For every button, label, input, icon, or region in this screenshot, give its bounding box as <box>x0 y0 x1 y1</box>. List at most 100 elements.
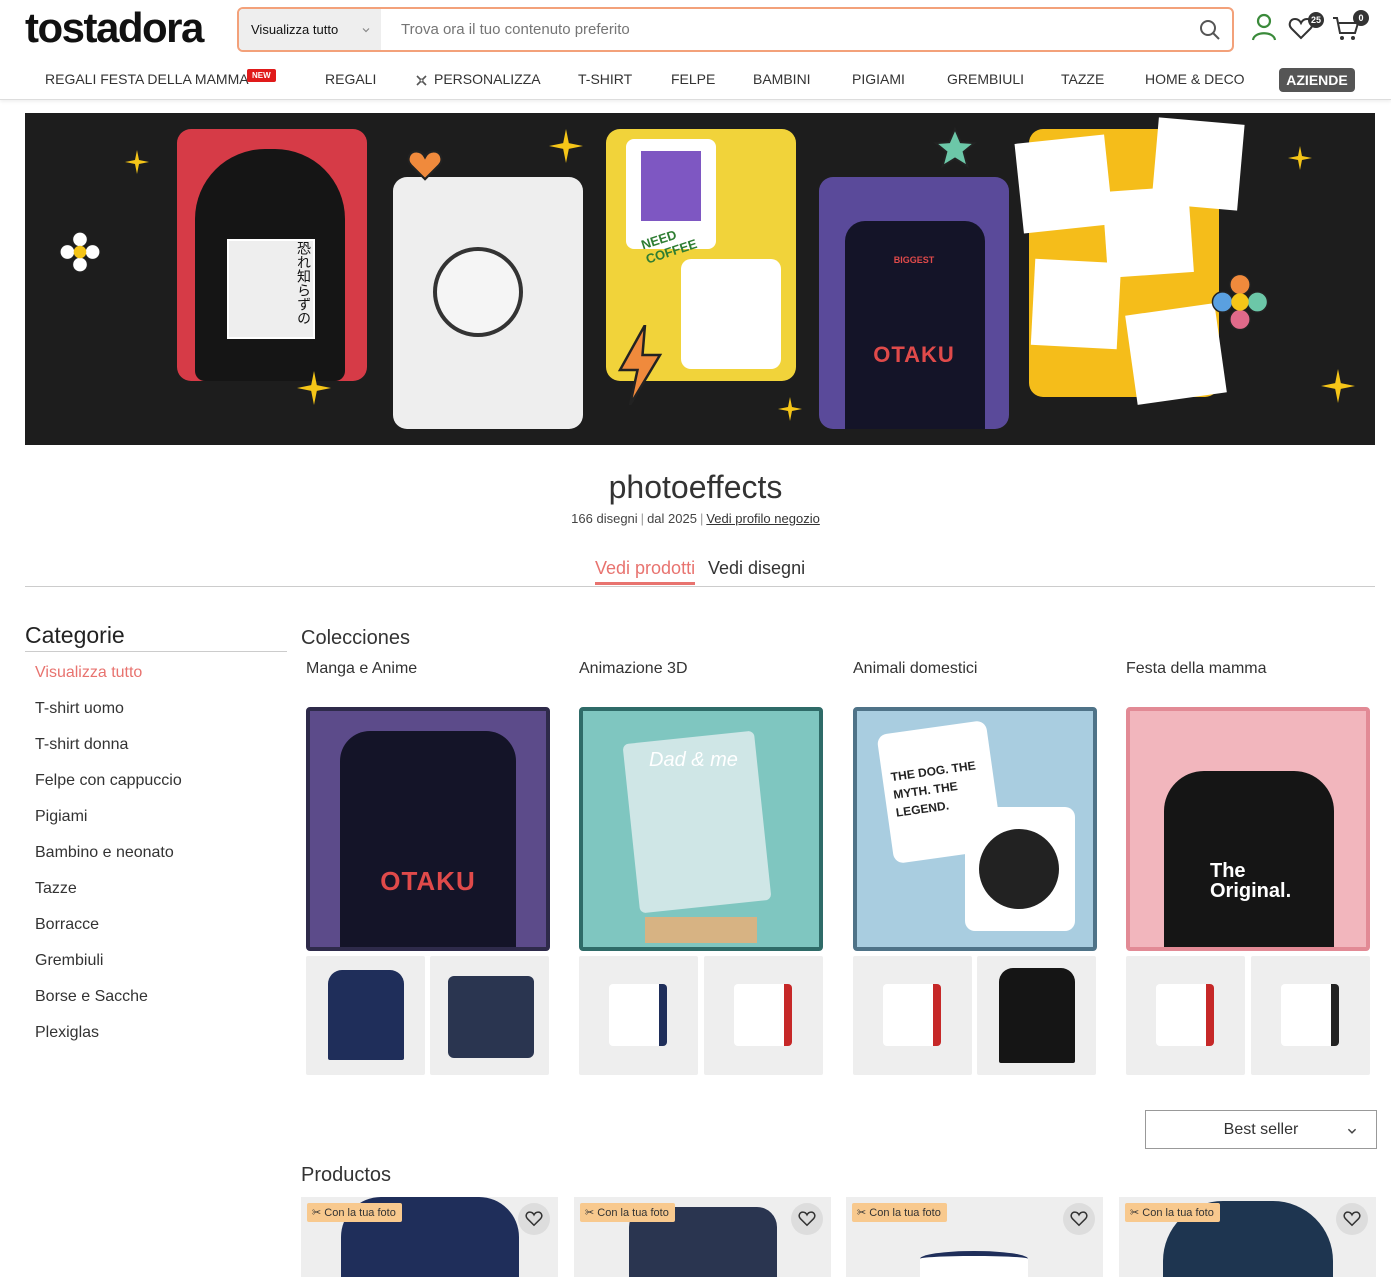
favorite-button[interactable] <box>518 1203 550 1235</box>
collection-thumb[interactable] <box>1126 956 1245 1075</box>
product-card[interactable]: ✂ Con la tua foto <box>1119 1197 1376 1277</box>
collection-image-pets[interactable]: THE DOG. THE MYTH. THE LEGEND. <box>853 707 1097 951</box>
collection-image-mom[interactable]: The Original. <box>1126 707 1370 951</box>
nav-item-festa-mamma[interactable]: REGALI FESTA DELLA MAMMA <box>45 71 249 87</box>
heart-icon <box>407 150 443 181</box>
nav-item-grembiuli[interactable]: GREMBIULI <box>947 71 1024 87</box>
collection-thumb[interactable] <box>430 956 549 1075</box>
collection-name[interactable]: Festa della mamma <box>1126 660 1267 678</box>
category-item[interactable]: Bambino e neonato <box>35 844 174 862</box>
customize-icon: ✂ <box>585 1207 598 1219</box>
customize-icon: ✂ <box>1130 1207 1143 1219</box>
shop-banner: 恐れ知らずの NEED COFFEE BIGGEST OTAKU <box>25 113 1375 445</box>
banner-card-hoodie: 恐れ知らずの <box>177 129 367 381</box>
chevron-down-icon <box>362 27 370 32</box>
collection-thumb[interactable] <box>1251 956 1370 1075</box>
collections-title: Colecciones <box>301 627 410 649</box>
banner-text-otaku: OTAKU <box>873 342 955 367</box>
wishlist-button[interactable]: 25 <box>1288 12 1325 42</box>
heart-icon <box>525 1211 543 1227</box>
product-photo-tag: ✂ Con la tua foto <box>580 1203 675 1222</box>
search-category-select[interactable]: Visualizza tutto <box>239 9 381 50</box>
search-button[interactable] <box>1188 9 1232 50</box>
category-item[interactable]: Grembiuli <box>35 952 103 970</box>
collection-thumb[interactable] <box>704 956 823 1075</box>
sparkle-icon <box>549 129 583 163</box>
sparkle-icon <box>297 371 331 405</box>
category-item[interactable]: Pigiami <box>35 808 87 826</box>
shop-name: photoeffects <box>608 469 783 505</box>
category-item[interactable]: Borracce <box>35 916 99 934</box>
business-button[interactable]: AZIENDE <box>1279 68 1355 92</box>
collection-image-manga[interactable]: OTAKU <box>306 707 550 951</box>
product-card[interactable]: ✂ Con la tua foto <box>846 1197 1103 1277</box>
user-icon <box>1251 13 1277 41</box>
nav-item-pigiami[interactable]: PIGIAMI <box>852 71 905 87</box>
product-card[interactable]: ✂ Con la tua foto <box>574 1197 831 1277</box>
category-item[interactable]: Borse e Sacche <box>35 988 148 1006</box>
product-card[interactable]: ✂ Con la tua foto <box>301 1197 558 1277</box>
sort-selected-label: Best seller <box>1223 1120 1299 1138</box>
favorite-button[interactable] <box>791 1203 823 1235</box>
collection-name[interactable]: Manga e Anime <box>306 660 417 678</box>
site-header: tostadora Visualizza tutto 25 0 REGALI F… <box>0 0 1391 100</box>
product-photo-tag: ✂ Con la tua foto <box>852 1203 947 1222</box>
category-item[interactable]: Plexiglas <box>35 1024 99 1042</box>
cart-count-badge: 0 <box>1353 10 1369 26</box>
favorite-button[interactable] <box>1063 1203 1095 1235</box>
shop-profile-link[interactable]: Vedi profilo negozio <box>706 511 819 526</box>
customize-icon: ✂ <box>312 1207 325 1219</box>
nav-item-tshirt[interactable]: T-SHIRT <box>578 71 632 87</box>
search-bar: Visualizza tutto <box>237 7 1234 52</box>
products-title: Productos <box>301 1164 392 1186</box>
nav-item-bambini[interactable]: BAMBINI <box>753 71 811 87</box>
banner-text-biggest: BIGGEST <box>893 255 935 265</box>
heart-icon <box>1070 1211 1088 1227</box>
collection-name[interactable]: Animazione 3D <box>579 660 688 678</box>
collection-thumb[interactable] <box>977 956 1096 1075</box>
nav-item-felpe[interactable]: FELPE <box>671 71 715 87</box>
cart-button[interactable]: 0 <box>1331 10 1369 42</box>
shop-meta: 166 disegni | dal 2025 | Vedi profilo negozi… <box>571 511 820 526</box>
categories-title: Categorie <box>25 622 287 652</box>
collection-image-text: Dad & me <box>649 749 738 771</box>
sparkle-icon <box>1288 146 1312 170</box>
account-button[interactable] <box>1250 12 1280 42</box>
nav-item-tazze[interactable]: TAZZE <box>1061 71 1104 87</box>
tab-products[interactable]: Vedi prodotti <box>595 558 696 585</box>
collection-thumb[interactable] <box>853 956 972 1075</box>
wishlist-count-badge: 25 <box>1308 12 1325 28</box>
customize-icon: ✂ <box>857 1207 870 1219</box>
category-item[interactable]: T-shirt donna <box>35 736 128 754</box>
collection-image-3d[interactable]: Dad & me <box>579 707 823 951</box>
banner-card-photos <box>1014 117 1245 405</box>
collection-thumb[interactable] <box>579 956 698 1075</box>
search-input[interactable] <box>381 9 1188 50</box>
sparkle-icon <box>125 150 149 174</box>
star-icon <box>933 126 977 169</box>
main-nav: REGALI FESTA DELLA MAMMA NEW REGALI PERS… <box>0 69 1391 91</box>
sort-select[interactable]: Best seller <box>1145 1110 1377 1149</box>
product-photo-tag: ✂ Con la tua foto <box>307 1203 402 1222</box>
product-photo-tag: ✂ Con la tua foto <box>1125 1203 1220 1222</box>
customize-icon <box>416 75 427 86</box>
collection-name[interactable]: Animali domestici <box>853 660 977 678</box>
category-item[interactable]: Tazze <box>35 880 77 898</box>
favorite-button[interactable] <box>1336 1203 1368 1235</box>
lightning-icon <box>617 325 663 405</box>
nav-item-home-deco[interactable]: HOME & DECO <box>1145 71 1245 87</box>
nav-item-personalizza[interactable]: PERSONALIZZA <box>434 71 541 87</box>
category-item[interactable]: Felpe con cappuccio <box>35 772 182 790</box>
logo[interactable]: tostadora <box>25 4 204 52</box>
collection-thumb[interactable] <box>306 956 425 1075</box>
tab-designs[interactable]: Vedi disegni <box>708 558 805 579</box>
category-item[interactable]: Visualizza tutto <box>35 664 142 682</box>
banner-text-jp: 恐れ知らずの <box>296 241 312 325</box>
heart-icon <box>798 1211 816 1227</box>
category-item[interactable]: T-shirt uomo <box>35 700 124 718</box>
search-category-label: Visualizza tutto <box>251 22 339 37</box>
flower-icon <box>1211 273 1269 331</box>
banner-card-family <box>393 177 583 429</box>
nav-item-regali[interactable]: REGALI <box>325 71 376 87</box>
heart-icon <box>1343 1211 1361 1227</box>
